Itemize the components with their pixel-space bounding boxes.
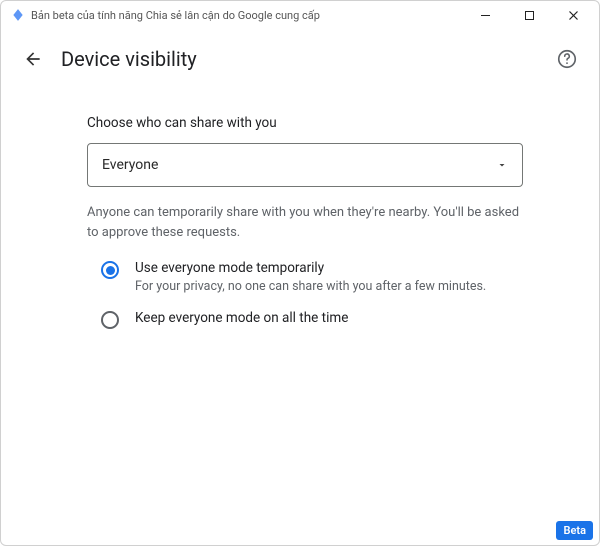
page-header: Device visibility xyxy=(1,29,599,83)
chevron-down-icon xyxy=(496,156,508,175)
select-value: Everyone xyxy=(102,157,496,173)
settings-card: Choose who can share with you Everyone A… xyxy=(51,89,559,381)
radio-option-temporary[interactable]: Use everyone mode temporarily For your p… xyxy=(101,260,523,294)
radio-option-always[interactable]: Keep everyone mode on all the time xyxy=(101,310,523,329)
visibility-description: Anyone can temporarily share with you wh… xyxy=(87,203,523,242)
radio-label: Keep everyone mode on all the time xyxy=(135,310,523,326)
radio-icon xyxy=(101,311,119,329)
beta-badge: Beta xyxy=(556,521,593,540)
radio-label: Use everyone mode temporarily xyxy=(135,260,523,276)
minimize-button[interactable] xyxy=(463,1,507,29)
section-title: Choose who can share with you xyxy=(87,115,523,131)
maximize-button[interactable] xyxy=(507,1,551,29)
visibility-select[interactable]: Everyone xyxy=(87,143,523,187)
window-title: Bản beta của tính năng Chia sẻ lân cận d… xyxy=(31,9,463,22)
help-button[interactable] xyxy=(553,45,581,73)
radio-labels: Keep everyone mode on all the time xyxy=(135,310,523,329)
radio-group: Use everyone mode temporarily For your p… xyxy=(87,260,523,329)
radio-icon xyxy=(101,261,119,279)
close-button[interactable] xyxy=(551,1,595,29)
radio-sublabel: For your privacy, no one can share with … xyxy=(135,279,523,294)
page-title: Device visibility xyxy=(61,47,553,71)
app-icon xyxy=(11,8,25,22)
window-controls xyxy=(463,1,595,29)
back-button[interactable] xyxy=(19,45,47,73)
radio-labels: Use everyone mode temporarily For your p… xyxy=(135,260,523,294)
window-titlebar: Bản beta của tính năng Chia sẻ lân cận d… xyxy=(1,1,599,29)
